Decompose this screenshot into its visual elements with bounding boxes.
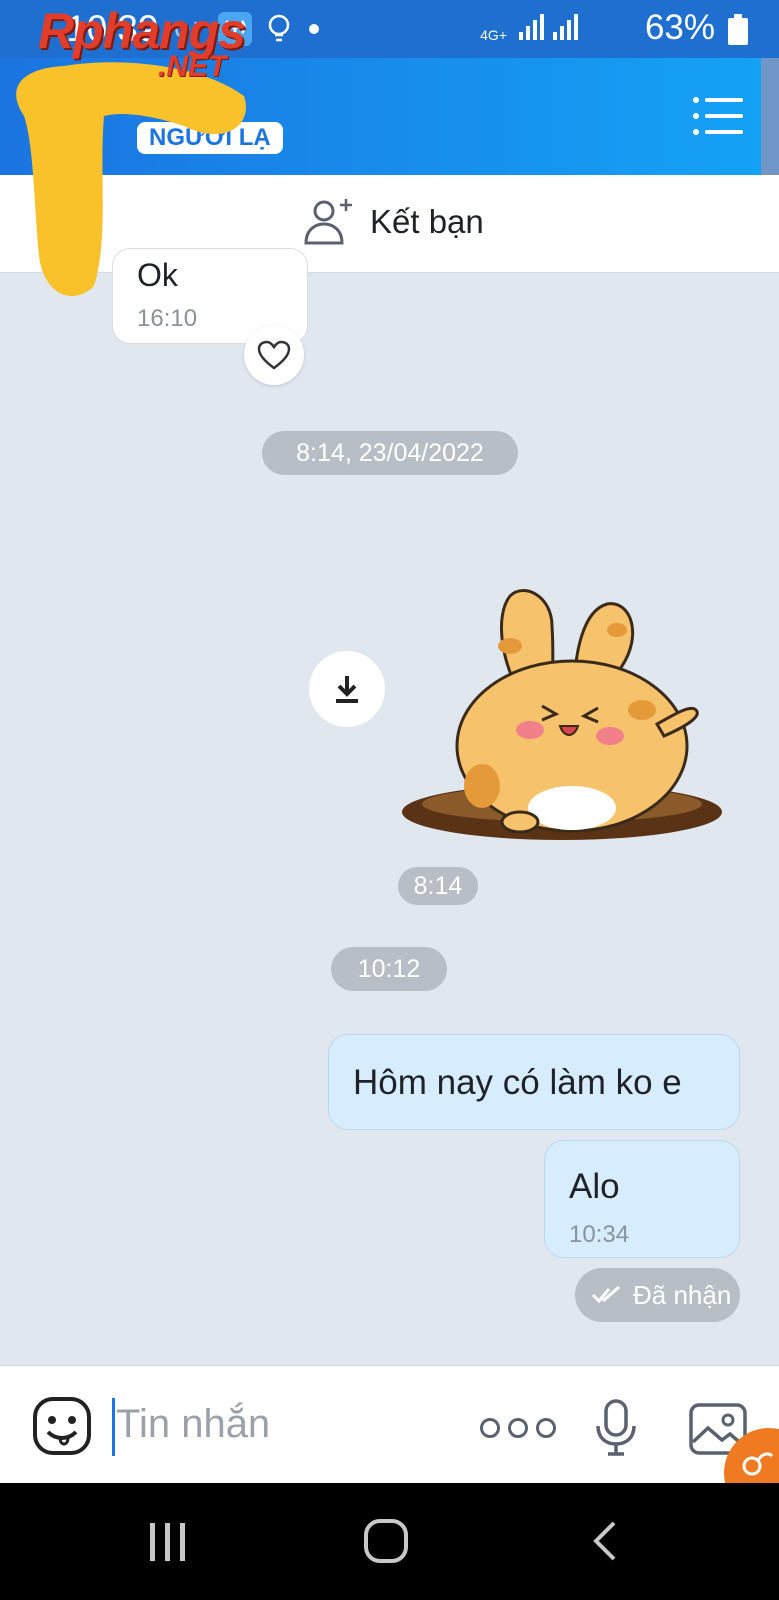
dot bbox=[536, 1418, 556, 1438]
battery-percent: 63% bbox=[644, 8, 715, 47]
react-heart-button[interactable] bbox=[244, 325, 304, 385]
dot bbox=[480, 1418, 500, 1438]
add-friend-icon bbox=[304, 199, 352, 245]
link-icon bbox=[742, 1452, 774, 1476]
double-check-icon bbox=[591, 1285, 620, 1304]
download-icon bbox=[336, 676, 358, 703]
add-friend-label: Kết bạn bbox=[370, 203, 484, 240]
microphone-icon[interactable] bbox=[594, 1398, 638, 1458]
battery-icon bbox=[728, 14, 748, 45]
message-input-bar: Tin nhắn bbox=[0, 1365, 779, 1483]
date-separator: 8:14, 23/04/2022 bbox=[262, 431, 518, 475]
delivery-status: Đã nhận bbox=[575, 1268, 740, 1322]
message-text: Alo bbox=[569, 1167, 620, 1206]
outgoing-message[interactable]: Alo 10:34 bbox=[544, 1140, 740, 1258]
network-type: 4G+ bbox=[480, 27, 507, 43]
contact-name[interactable]: NGƯỜI LẠ bbox=[137, 122, 283, 154]
message-text: Ok bbox=[137, 257, 178, 293]
watermark-logo: Rphangs .NET bbox=[38, 2, 246, 83]
rabbit-sticker[interactable] bbox=[402, 586, 732, 854]
system-nav-bar bbox=[0, 1483, 779, 1600]
message-input[interactable]: Tin nhắn bbox=[116, 1402, 270, 1447]
outgoing-message[interactable]: Hôm nay có làm ko e bbox=[328, 1034, 740, 1130]
menu-icon[interactable] bbox=[693, 96, 743, 136]
download-button[interactable] bbox=[309, 651, 385, 727]
signal-icons: 4G+ bbox=[480, 14, 579, 42]
message-time: 10:34 bbox=[569, 1221, 630, 1248]
sticker-time: 8:14 bbox=[398, 867, 478, 905]
delivery-status-text: Đã nhận bbox=[633, 1279, 732, 1310]
dot bbox=[508, 1418, 528, 1438]
time-separator: 10:12 bbox=[331, 947, 447, 991]
message-text: Hôm nay có làm ko e bbox=[353, 1063, 682, 1102]
chat-header: NGƯỜI LẠ bbox=[0, 58, 779, 175]
bulb-icon bbox=[268, 14, 290, 42]
home-icon[interactable] bbox=[362, 1517, 410, 1565]
dot-icon bbox=[309, 24, 319, 34]
message-time: 16:10 bbox=[137, 305, 198, 332]
emoji-icon[interactable] bbox=[32, 1396, 92, 1456]
text-cursor bbox=[112, 1398, 115, 1456]
recent-apps-icon[interactable] bbox=[146, 1521, 190, 1563]
heart-icon bbox=[257, 340, 291, 370]
more-options-button[interactable] bbox=[480, 1418, 556, 1438]
signal-icon bbox=[519, 14, 544, 40]
watermark-suffix: .NET bbox=[158, 50, 227, 83]
back-icon[interactable] bbox=[590, 1519, 620, 1563]
signal-icon-2 bbox=[553, 14, 578, 40]
